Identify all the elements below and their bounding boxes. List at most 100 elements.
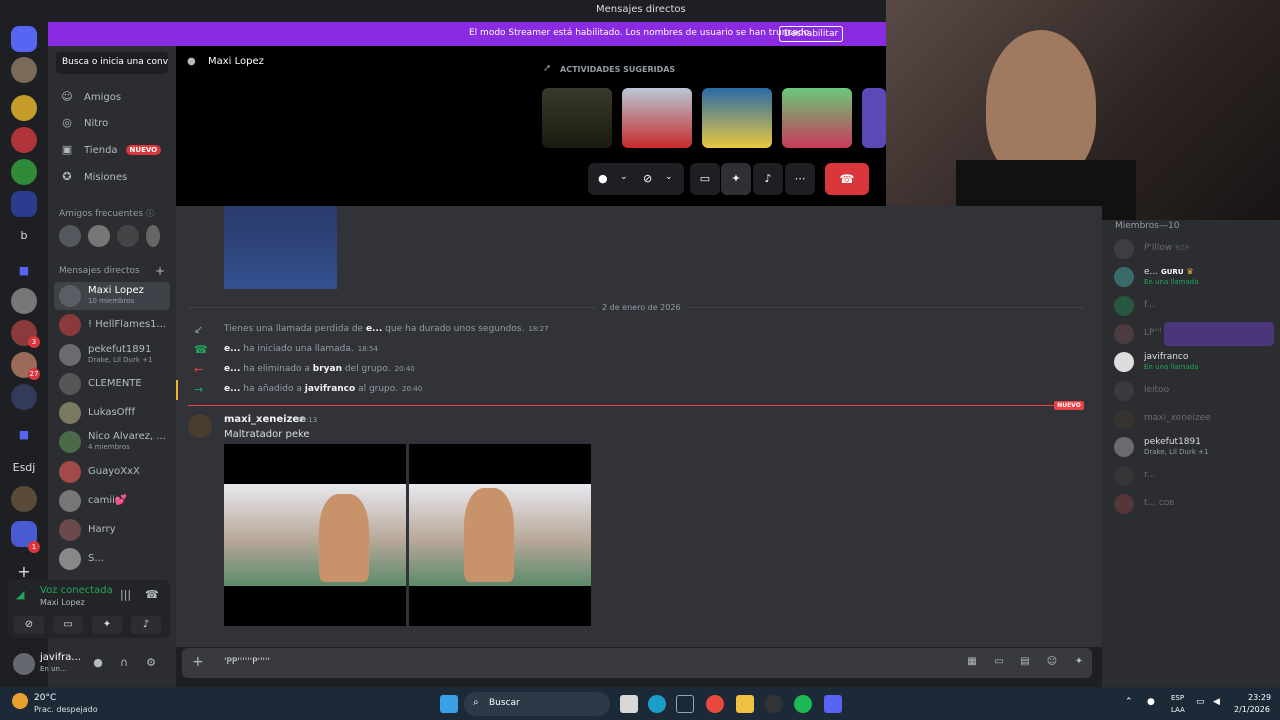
dm-item[interactable]: pekefut1891 Drake, Lil Durk +1 xyxy=(54,341,170,369)
end-call-button[interactable]: ☎ xyxy=(825,163,869,195)
image-attachment[interactable] xyxy=(224,206,337,289)
server-b[interactable]: b xyxy=(11,222,37,248)
volume-icon[interactable]: ◀ xyxy=(1213,697,1220,707)
network-icon[interactable]: ▭ xyxy=(1196,697,1205,707)
activity-card[interactable] xyxy=(782,88,852,148)
camera-off-icon[interactable]: ⊘ xyxy=(643,172,652,185)
chevron-down-icon[interactable]: ⌄ xyxy=(620,172,628,182)
sticker-icon[interactable]: ▤ xyxy=(1018,656,1032,670)
apps-icon[interactable]: ✦ xyxy=(1072,656,1086,670)
avatar[interactable] xyxy=(188,414,212,438)
server-icon[interactable] xyxy=(11,288,37,314)
gif-icon[interactable]: ▭ xyxy=(992,656,1006,670)
frequent-friend-avatar[interactable] xyxy=(146,225,160,247)
chrome-icon[interactable] xyxy=(706,695,724,713)
noise-suppression-icon[interactable]: ||| xyxy=(120,588,131,601)
member-item[interactable]: f... xyxy=(1114,294,1274,318)
member-item[interactable]: javifranco En una llamada xyxy=(1114,350,1274,374)
spotify-icon[interactable] xyxy=(794,695,812,713)
emoji-icon[interactable]: ☺ xyxy=(1045,656,1059,670)
dm-item[interactable]: ! HellFlames1... xyxy=(54,311,170,339)
dm-item[interactable]: Maxi Lopez 10 miembros xyxy=(54,282,170,310)
dm-item[interactable]: CLEMENTE xyxy=(54,370,170,398)
activity-card[interactable] xyxy=(702,88,772,148)
folder-icon[interactable]: ■ xyxy=(11,422,37,448)
microphone-icon[interactable]: ● xyxy=(598,172,608,185)
dm-item[interactable]: GuayoXxX xyxy=(54,458,170,486)
weather-temp[interactable]: 20°C xyxy=(34,693,56,703)
image-attachment[interactable] xyxy=(409,444,591,626)
image-attachment[interactable] xyxy=(224,444,406,626)
folder-icon[interactable]: ■ xyxy=(11,258,37,284)
member-item[interactable]: maxi_xeneizee xyxy=(1114,407,1274,431)
dm-item[interactable]: S... xyxy=(54,545,170,573)
dm-item[interactable]: Nico Alvarez, ... 4 miembros xyxy=(54,428,170,456)
disconnect-icon[interactable]: ☎ xyxy=(145,588,159,601)
nav-friends[interactable]: ☺ Amigos xyxy=(56,85,170,109)
message-composer[interactable]: + 'PP''''''P''''' xyxy=(182,648,1092,678)
member-item[interactable]: t... COB xyxy=(1114,492,1274,516)
server-esdj[interactable]: Esdj xyxy=(11,454,37,480)
gift-icon[interactable]: ▦ xyxy=(965,656,979,670)
member-item[interactable]: r... xyxy=(1114,464,1274,488)
frequent-friend-avatar[interactable] xyxy=(117,225,139,247)
screen-share-icon[interactable]: ▭ xyxy=(53,616,83,634)
windows-start-icon[interactable] xyxy=(440,695,458,713)
attach-plus-icon[interactable]: + xyxy=(192,654,204,670)
edge-icon[interactable] xyxy=(648,695,666,713)
weather-icon[interactable] xyxy=(12,693,28,709)
message-author[interactable]: maxi_xeneizee xyxy=(224,414,306,425)
nav-quests[interactable]: ✪ Misiones xyxy=(56,165,170,189)
activity-card[interactable] xyxy=(862,88,886,148)
disable-streamer-button[interactable]: Deshabilitar xyxy=(779,26,843,42)
file-explorer-icon[interactable] xyxy=(736,695,754,713)
more-options-icon[interactable]: ⋯ xyxy=(785,163,815,195)
camera-off-icon[interactable]: ⊘ xyxy=(14,616,44,634)
microphone-icon[interactable]: ● xyxy=(1147,697,1155,707)
clock-time[interactable]: 23:29 xyxy=(1248,693,1271,702)
taskbar-search[interactable]: Buscar xyxy=(464,692,610,716)
server-icon[interactable] xyxy=(11,159,37,185)
frequent-friend-avatar[interactable] xyxy=(59,225,81,247)
dm-item[interactable]: LukasOfff xyxy=(54,399,170,427)
input-language[interactable]: ESP xyxy=(1171,694,1184,702)
soundboard-icon[interactable]: ♪ xyxy=(131,616,161,634)
microphone-icon[interactable]: ● xyxy=(91,656,105,670)
discord-icon[interactable] xyxy=(824,695,842,713)
server-icon[interactable] xyxy=(11,95,37,121)
dm-item[interactable]: camii💕 xyxy=(54,487,170,515)
activities-icon[interactable]: ✦ xyxy=(92,616,122,634)
gear-icon[interactable]: ⚙ xyxy=(144,656,158,670)
avatar[interactable] xyxy=(13,653,35,675)
chevron-down-icon[interactable]: ⌄ xyxy=(665,172,673,182)
member-item[interactable]: leitoo xyxy=(1114,379,1274,403)
input-layout[interactable]: LAA xyxy=(1171,706,1185,714)
activity-card[interactable] xyxy=(622,88,692,148)
weather-desc[interactable]: Prac. despejado xyxy=(34,705,98,714)
screen-share-icon[interactable]: ▭ xyxy=(690,163,720,195)
server-icon[interactable] xyxy=(11,127,37,153)
voice-channel[interactable]: Maxi Lopez xyxy=(40,598,85,607)
member-item[interactable]: P'lllow RZR xyxy=(1114,237,1274,261)
server-icon[interactable] xyxy=(11,486,37,512)
member-item[interactable]: pekefut1891 Drake, Lil Durk +1 xyxy=(1114,435,1274,459)
clock-date[interactable]: 2/1/2026 xyxy=(1234,705,1270,714)
steam-icon[interactable] xyxy=(676,695,694,713)
new-dm-plus-icon[interactable]: + xyxy=(155,264,165,278)
dm-item[interactable]: Harry xyxy=(54,516,170,544)
chevron-up-icon[interactable]: ⌃ xyxy=(1125,697,1133,707)
obs-icon[interactable] xyxy=(765,695,783,713)
discord-home-icon[interactable] xyxy=(11,26,37,52)
server-icon[interactable] xyxy=(11,191,37,217)
frequent-friend-avatar[interactable] xyxy=(88,225,110,247)
member-item[interactable]: e... GURU ♛ En una llamada xyxy=(1114,265,1274,289)
activities-icon[interactable]: ✦ xyxy=(721,163,751,195)
dm-search-input[interactable]: Busca o inicia una conv... xyxy=(56,52,168,74)
server-icon[interactable] xyxy=(11,384,37,410)
soundboard-icon[interactable]: ♪ xyxy=(753,163,783,195)
headphones-icon[interactable]: ∩ xyxy=(117,656,131,670)
activity-card[interactable] xyxy=(542,88,612,148)
nav-shop[interactable]: ▣ Tienda NUEVO xyxy=(56,138,170,162)
nav-nitro[interactable]: ◎ Nitro xyxy=(56,111,170,135)
task-view-icon[interactable] xyxy=(620,695,638,713)
